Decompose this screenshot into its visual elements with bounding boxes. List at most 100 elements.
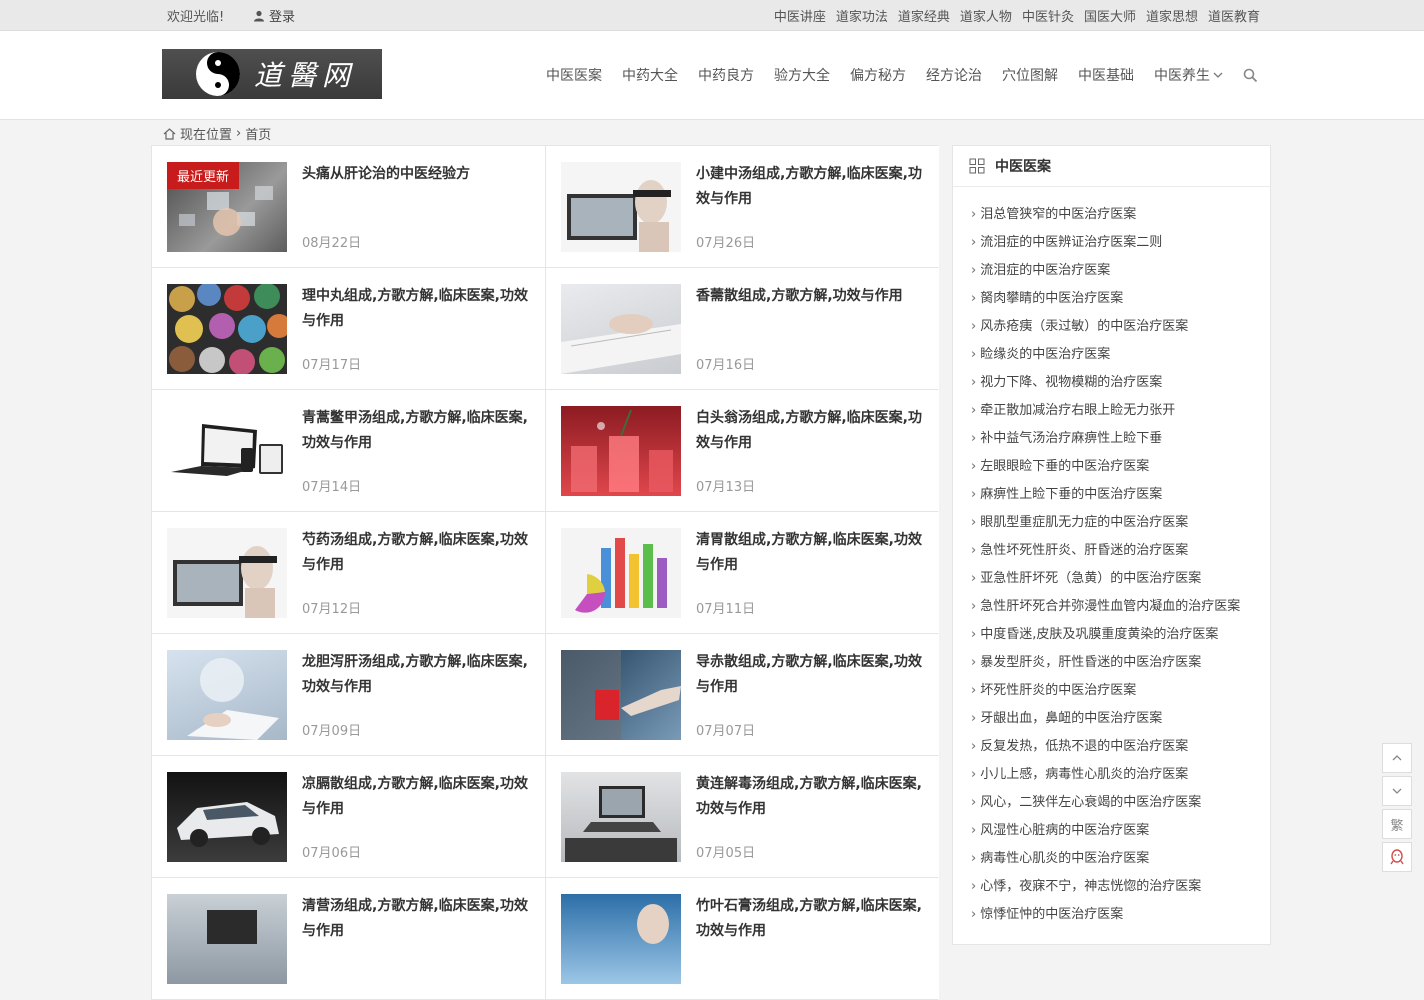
sidebar-item[interactable]: › 惊悸怔忡的中医治疗医案 xyxy=(971,901,1251,929)
sidebar-item[interactable]: › 麻痹性上睑下垂的中医治疗医案 xyxy=(971,481,1251,509)
article-card[interactable]: 青蒿鳖甲汤组成,方歌方解,临床医案,功效与作用 07月14日 xyxy=(152,390,545,511)
sidebar-item[interactable]: › 小儿上感，病毒性心肌炎的治疗医案 xyxy=(971,761,1251,789)
article-card[interactable]: 香薷散组成,方歌方解,功效与作用 07月16日 xyxy=(546,268,939,389)
article-title[interactable]: 香薷散组成,方歌方解,功效与作用 xyxy=(696,284,924,309)
nav-item[interactable]: 偏方秘方 xyxy=(850,65,906,85)
article-title[interactable]: 清营汤组成,方歌方解,临床医案,功效与作用 xyxy=(302,894,530,944)
qq-contact-button[interactable] xyxy=(1382,842,1412,872)
chevron-down-icon xyxy=(1392,788,1402,794)
sidebar-item[interactable]: › 风赤疮痍（汞过敏）的中医治疗医案 xyxy=(971,313,1251,341)
article-title[interactable]: 理中丸组成,方歌方解,临床医案,功效与作用 xyxy=(302,284,530,334)
sidebar-item[interactable]: › 牙龈出血，鼻衄的中医治疗医案 xyxy=(971,705,1251,733)
article-title[interactable]: 导赤散组成,方歌方解,临床医案,功效与作用 xyxy=(696,650,924,700)
article-thumbnail[interactable]: 最近更新 xyxy=(167,162,287,252)
article-title[interactable]: 白头翁汤组成,方歌方解,临床医案,功效与作用 xyxy=(696,406,924,456)
sidebar-item[interactable]: › 急性肝坏死合并弥漫性血管内凝血的治疗医案 xyxy=(971,593,1251,621)
nav-item-more[interactable]: 中医养生 xyxy=(1154,65,1223,85)
sidebar-item[interactable]: › 视力下降、视物模糊的治疗医案 xyxy=(971,369,1251,397)
top-link[interactable]: 中医讲座 xyxy=(774,6,826,25)
sidebar-item[interactable]: › 暴发型肝炎，肝性昏迷的中医治疗医案 xyxy=(971,649,1251,677)
breadcrumb: 现在位置 › 首页 xyxy=(163,124,271,143)
article-thumbnail[interactable] xyxy=(561,528,681,618)
article-card[interactable]: 最近更新 头痛从肝论治的中医经验方 08月22日 xyxy=(152,146,545,267)
sidebar-item[interactable]: › 胬肉攀睛的中医治疗医案 xyxy=(971,285,1251,313)
nav-item[interactable]: 中医基础 xyxy=(1078,65,1134,85)
top-link[interactable]: 道医教育 xyxy=(1208,6,1260,25)
nav-item[interactable]: 经方论治 xyxy=(926,65,982,85)
article-card[interactable]: 导赤散组成,方歌方解,临床医案,功效与作用 07月07日 xyxy=(546,634,939,755)
article-card[interactable]: 芍药汤组成,方歌方解,临床医案,功效与作用 07月12日 xyxy=(152,512,545,633)
scroll-bottom-button[interactable] xyxy=(1382,776,1412,806)
article-thumbnail[interactable] xyxy=(561,284,681,374)
sidebar-item[interactable]: › 左眼眼睑下垂的中医治疗医案 xyxy=(971,453,1251,481)
article-thumbnail[interactable] xyxy=(561,650,681,740)
article-thumbnail[interactable] xyxy=(167,284,287,374)
article-thumbnail[interactable] xyxy=(561,894,681,984)
sidebar-item[interactable]: › 急性坏死性肝炎、肝昏迷的治疗医案 xyxy=(971,537,1251,565)
search-icon[interactable] xyxy=(1243,68,1258,83)
sidebar-item[interactable]: › 牵正散加减治疗右眼上睑无力张开 xyxy=(971,397,1251,425)
article-card[interactable]: 清胃散组成,方歌方解,临床医案,功效与作用 07月11日 xyxy=(546,512,939,633)
scroll-top-button[interactable] xyxy=(1382,743,1412,773)
article-thumbnail[interactable] xyxy=(167,406,287,496)
article-title[interactable]: 芍药汤组成,方歌方解,临床医案,功效与作用 xyxy=(302,528,530,578)
top-link[interactable]: 国医大师 xyxy=(1084,6,1136,25)
article-title[interactable]: 小建中汤组成,方歌方解,临床医案,功效与作用 xyxy=(696,162,924,212)
recent-update-badge: 最近更新 xyxy=(167,162,240,189)
sidebar-item[interactable]: › 流泪症的中医治疗医案 xyxy=(971,257,1251,285)
article-card[interactable]: 黄连解毒汤组成,方歌方解,临床医案,功效与作用 07月05日 xyxy=(546,756,939,877)
sidebar-item[interactable]: › 病毒性心肌炎的中医治疗医案 xyxy=(971,845,1251,873)
article-title[interactable]: 黄连解毒汤组成,方歌方解,临床医案,功效与作用 xyxy=(696,772,924,822)
breadcrumb-home-link[interactable]: 首页 xyxy=(245,124,271,143)
nav-item[interactable]: 中医医案 xyxy=(546,65,602,85)
sidebar-item[interactable]: › 补中益气汤治疗麻痹性上睑下垂 xyxy=(971,425,1251,453)
nav-more-label: 中医养生 xyxy=(1154,68,1210,84)
article-card[interactable]: 龙胆泻肝汤组成,方歌方解,临床医案,功效与作用 07月09日 xyxy=(152,634,545,755)
article-card[interactable]: 小建中汤组成,方歌方解,临床医案,功效与作用 07月26日 xyxy=(546,146,939,267)
sidebar-item[interactable]: › 亚急性肝坏死（急黄）的中医治疗医案 xyxy=(971,565,1251,593)
article-title[interactable]: 凉膈散组成,方歌方解,临床医案,功效与作用 xyxy=(302,772,530,822)
article-card[interactable]: 竹叶石膏汤组成,方歌方解,临床医案,功效与作用 xyxy=(546,878,939,999)
article-thumbnail[interactable] xyxy=(167,528,287,618)
article-card[interactable]: 凉膈散组成,方歌方解,临床医案,功效与作用 07月06日 xyxy=(152,756,545,877)
sidebar-item[interactable]: › 流泪症的中医辨证治疗医案二则 xyxy=(971,229,1251,257)
login-link[interactable]: 登录 xyxy=(253,6,295,25)
nav-item[interactable]: 中药良方 xyxy=(698,65,754,85)
sidebar-item[interactable]: › 心悸，夜寐不宁，神志恍惚的治疗医案 xyxy=(971,873,1251,901)
article-card[interactable]: 白头翁汤组成,方歌方解,临床医案,功效与作用 07月13日 xyxy=(546,390,939,511)
site-logo[interactable]: 道醫网 xyxy=(162,49,382,99)
article-card[interactable]: 理中丸组成,方歌方解,临床医案,功效与作用 07月17日 xyxy=(152,268,545,389)
traditional-chinese-label: 繁 xyxy=(1390,818,1404,834)
article-thumbnail[interactable] xyxy=(167,650,287,740)
article-title[interactable]: 头痛从肝论治的中医经验方 xyxy=(302,162,530,187)
sidebar-item[interactable]: › 中度昏迷,皮肤及巩膜重度黄染的治疗医案 xyxy=(971,621,1251,649)
article-thumbnail[interactable] xyxy=(561,162,681,252)
login-label: 登录 xyxy=(269,10,296,25)
traditional-chinese-button[interactable]: 繁 xyxy=(1382,809,1412,839)
top-link[interactable]: 中医针灸 xyxy=(1022,6,1074,25)
article-title[interactable]: 清胃散组成,方歌方解,临床医案,功效与作用 xyxy=(696,528,924,578)
top-link[interactable]: 道家人物 xyxy=(960,6,1012,25)
article-thumbnail[interactable] xyxy=(167,894,287,984)
article-title[interactable]: 龙胆泻肝汤组成,方歌方解,临床医案,功效与作用 xyxy=(302,650,530,700)
nav-item[interactable]: 验方大全 xyxy=(774,65,830,85)
nav-item[interactable]: 中药大全 xyxy=(622,65,678,85)
sidebar-item[interactable]: › 风心，二狭伴左心衰竭的中医治疗医案 xyxy=(971,789,1251,817)
sidebar-item[interactable]: › 眼肌型重症肌无力症的中医治疗医案 xyxy=(971,509,1251,537)
article-thumbnail[interactable] xyxy=(167,772,287,862)
top-link[interactable]: 道家经典 xyxy=(898,6,950,25)
sidebar-item[interactable]: › 睑缘炎的中医治疗医案 xyxy=(971,341,1251,369)
sidebar-item[interactable]: › 坏死性肝炎的中医治疗医案 xyxy=(971,677,1251,705)
article-title[interactable]: 青蒿鳖甲汤组成,方歌方解,临床医案,功效与作用 xyxy=(302,406,530,456)
sidebar-title: 中医医案 xyxy=(995,159,1051,175)
article-thumbnail[interactable] xyxy=(561,406,681,496)
article-title[interactable]: 竹叶石膏汤组成,方歌方解,临床医案,功效与作用 xyxy=(696,894,924,944)
article-thumbnail[interactable] xyxy=(561,772,681,862)
sidebar-item[interactable]: › 反复发热，低热不退的中医治疗医案 xyxy=(971,733,1251,761)
nav-item[interactable]: 穴位图解 xyxy=(1002,65,1058,85)
top-link[interactable]: 道家功法 xyxy=(836,6,888,25)
sidebar-item[interactable]: › 泪总管狭窄的中医治疗医案 xyxy=(971,201,1251,229)
article-card[interactable]: 清营汤组成,方歌方解,临床医案,功效与作用 xyxy=(152,878,545,999)
top-link[interactable]: 道家思想 xyxy=(1146,6,1198,25)
sidebar-item[interactable]: › 风湿性心脏病的中医治疗医案 xyxy=(971,817,1251,845)
